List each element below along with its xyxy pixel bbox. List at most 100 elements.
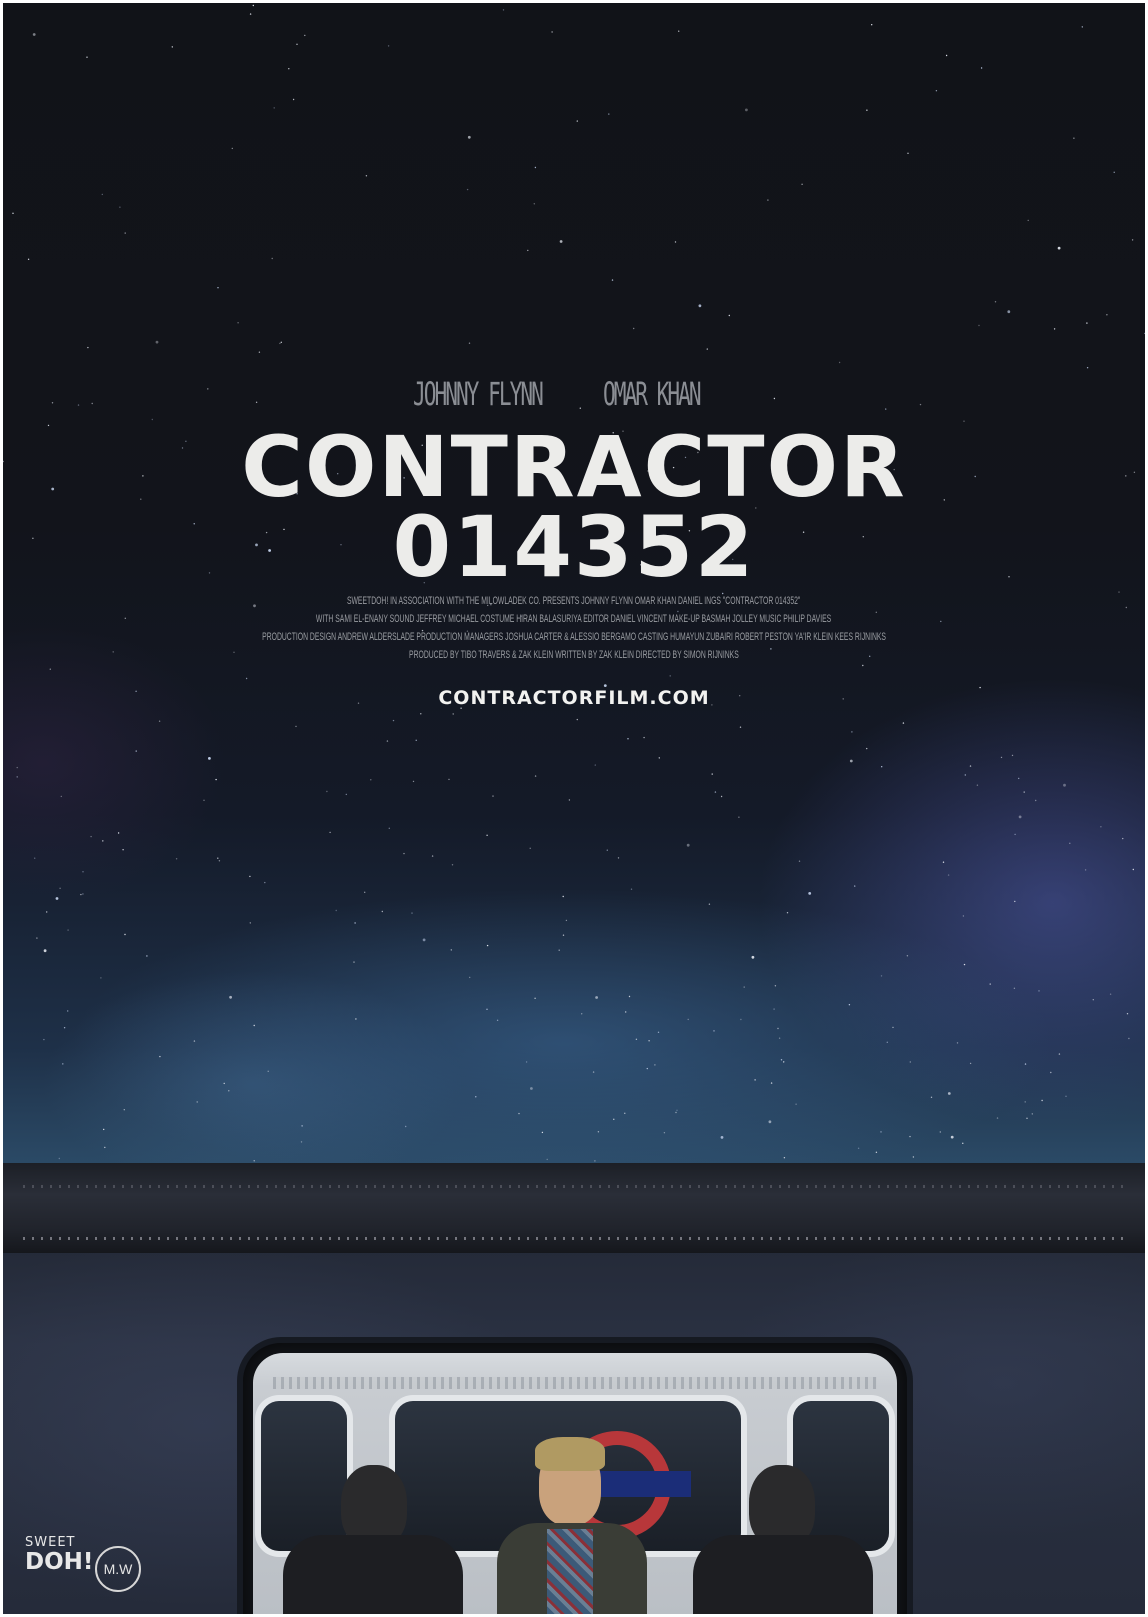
star [579, 407, 581, 409]
star [77, 404, 80, 406]
star [175, 858, 178, 860]
star [467, 135, 471, 139]
star [783, 1061, 785, 1063]
star [1058, 1053, 1061, 1055]
star [654, 1064, 656, 1066]
star [91, 402, 93, 405]
star [258, 351, 261, 353]
star [885, 408, 887, 410]
star [886, 1041, 888, 1044]
star [1086, 322, 1088, 324]
passenger-center-hair [535, 1437, 605, 1471]
star [119, 206, 121, 208]
star [1086, 367, 1089, 369]
star [249, 875, 251, 878]
star [1031, 1113, 1034, 1115]
star [714, 791, 717, 793]
star [124, 933, 126, 936]
star [1013, 987, 1016, 989]
film-title-line-2: 014352 [392, 498, 756, 596]
star [1106, 314, 1108, 316]
star [102, 840, 104, 842]
star [1027, 219, 1029, 222]
star [58, 1157, 60, 1160]
star [551, 31, 553, 33]
star [866, 747, 868, 750]
star [158, 720, 161, 722]
star [431, 855, 434, 857]
star [405, 1125, 407, 1128]
star [773, 397, 776, 400]
passenger-right [693, 1443, 873, 1614]
star [534, 775, 537, 777]
star [475, 1096, 477, 1098]
star [956, 1042, 959, 1044]
star [486, 944, 489, 947]
star [208, 757, 211, 760]
star [1144, 332, 1145, 335]
passenger-right-coat [693, 1535, 873, 1614]
star [300, 1141, 303, 1143]
star [518, 1112, 520, 1115]
star [34, 857, 36, 859]
star [468, 342, 471, 344]
star [223, 1082, 225, 1085]
website-url[interactable]: CONTRACTORFILM.COM [3, 687, 1145, 709]
star [1063, 783, 1066, 787]
film-title-line-1: CONTRACTOR [241, 418, 907, 516]
star [801, 183, 803, 185]
star [595, 996, 598, 999]
star [82, 871, 84, 873]
star [1026, 1117, 1028, 1120]
star [625, 1011, 627, 1013]
roof-rivets-lower [23, 1237, 1123, 1240]
star [558, 949, 560, 951]
star [678, 30, 680, 32]
star [980, 67, 983, 69]
star [774, 985, 777, 987]
star [754, 1079, 756, 1081]
star [193, 1040, 196, 1042]
star [978, 324, 980, 327]
star [196, 1101, 198, 1103]
star [658, 757, 660, 759]
star [1128, 1037, 1130, 1040]
star [122, 849, 124, 851]
star [354, 922, 356, 924]
cast-name-2: OMAR KHAN [603, 375, 702, 413]
star [1109, 993, 1112, 995]
star [663, 1132, 666, 1134]
star [62, 1063, 64, 1065]
star [848, 1004, 851, 1006]
star [675, 1111, 677, 1114]
star [751, 955, 755, 959]
star [16, 776, 18, 778]
star [892, 1026, 894, 1029]
star [768, 1120, 772, 1124]
star [60, 795, 62, 798]
star [1065, 1095, 1067, 1098]
mw-logo: M.W [95, 1546, 141, 1592]
star [950, 1135, 954, 1139]
star [329, 831, 331, 834]
star [151, 418, 153, 421]
star [1035, 799, 1037, 802]
star [1126, 1013, 1129, 1015]
star [942, 861, 945, 863]
star [674, 241, 677, 243]
star [100, 977, 102, 979]
star [279, 342, 281, 345]
star [326, 790, 328, 793]
star [708, 903, 711, 905]
star [253, 1024, 255, 1027]
star [738, 816, 740, 818]
star [207, 388, 209, 390]
star [930, 1096, 933, 1099]
star [1000, 756, 1003, 759]
star [646, 1067, 648, 1070]
star [1007, 310, 1011, 314]
star [562, 895, 564, 898]
star [808, 892, 812, 895]
star [237, 322, 239, 324]
star [1100, 826, 1102, 828]
